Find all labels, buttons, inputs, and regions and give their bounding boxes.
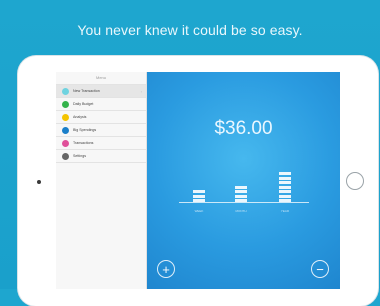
bar-segment [235, 194, 247, 198]
sidebar-menu: Menu New Transaction › Daily Budget Analysi… [56, 72, 147, 289]
menu-item-label: Transactions [73, 141, 94, 145]
headline: You never knew it could be so easy. [77, 22, 303, 38]
bar-segment [279, 190, 291, 193]
menu-item[interactable]: Big Spendings [56, 124, 146, 137]
bar-1 [235, 184, 247, 202]
menu-item-label: Big Spendings [73, 128, 97, 132]
bar-segment [279, 185, 291, 189]
bar-segment [279, 172, 291, 175]
menu-item[interactable]: New Transaction › [56, 85, 146, 98]
menu-item[interactable]: Daily Budget [56, 98, 146, 111]
home-button[interactable] [346, 172, 364, 190]
menu-item-icon [62, 113, 69, 121]
add-button[interactable]: + [157, 260, 175, 278]
bar-segment [279, 176, 291, 180]
chevron-right-icon: › [140, 88, 142, 94]
menu-title: Menu [56, 72, 146, 85]
bar-segment [193, 194, 205, 198]
bar-label: WEEK [194, 209, 204, 213]
menu-item-icon [62, 87, 69, 95]
app-screen: Menu New Transaction › Daily Budget Analysi… [56, 72, 340, 289]
menu-item-label: Daily Budget [73, 102, 94, 106]
subtract-button[interactable]: − [311, 260, 329, 278]
menu-item-label: Analysis [73, 115, 87, 119]
bar-segment [193, 190, 205, 193]
menu-item-label: New Transaction [73, 89, 100, 93]
bar-segment [235, 185, 247, 189]
bar-segment [279, 194, 291, 198]
bar-label: YEAR [280, 209, 290, 213]
bar-0 [193, 189, 205, 202]
chart-baseline [179, 202, 309, 203]
menu-item-icon [62, 152, 69, 160]
bar-label: MONTH [235, 209, 247, 213]
menu-item[interactable]: Transactions [56, 137, 146, 150]
menu-list: New Transaction › Daily Budget Analysis Big … [56, 85, 146, 163]
bar-segment [235, 199, 247, 202]
menu-item-icon [62, 100, 69, 108]
main-panel: $36.00 WEEK MONTH YEAR + − [147, 72, 340, 289]
menu-item-label: Settings [73, 154, 86, 158]
amount-display: $36.00 [214, 118, 273, 139]
menu-item-icon [62, 139, 69, 147]
bar-segment [193, 199, 205, 202]
bar-segment [279, 181, 291, 184]
bar-segment [279, 199, 291, 202]
camera-dot [37, 180, 41, 184]
menu-item[interactable]: Analysis [56, 111, 146, 124]
bar-2 [279, 171, 291, 202]
menu-item-icon [62, 126, 69, 134]
bar-segment [235, 190, 247, 193]
menu-item[interactable]: Settings [56, 150, 146, 163]
